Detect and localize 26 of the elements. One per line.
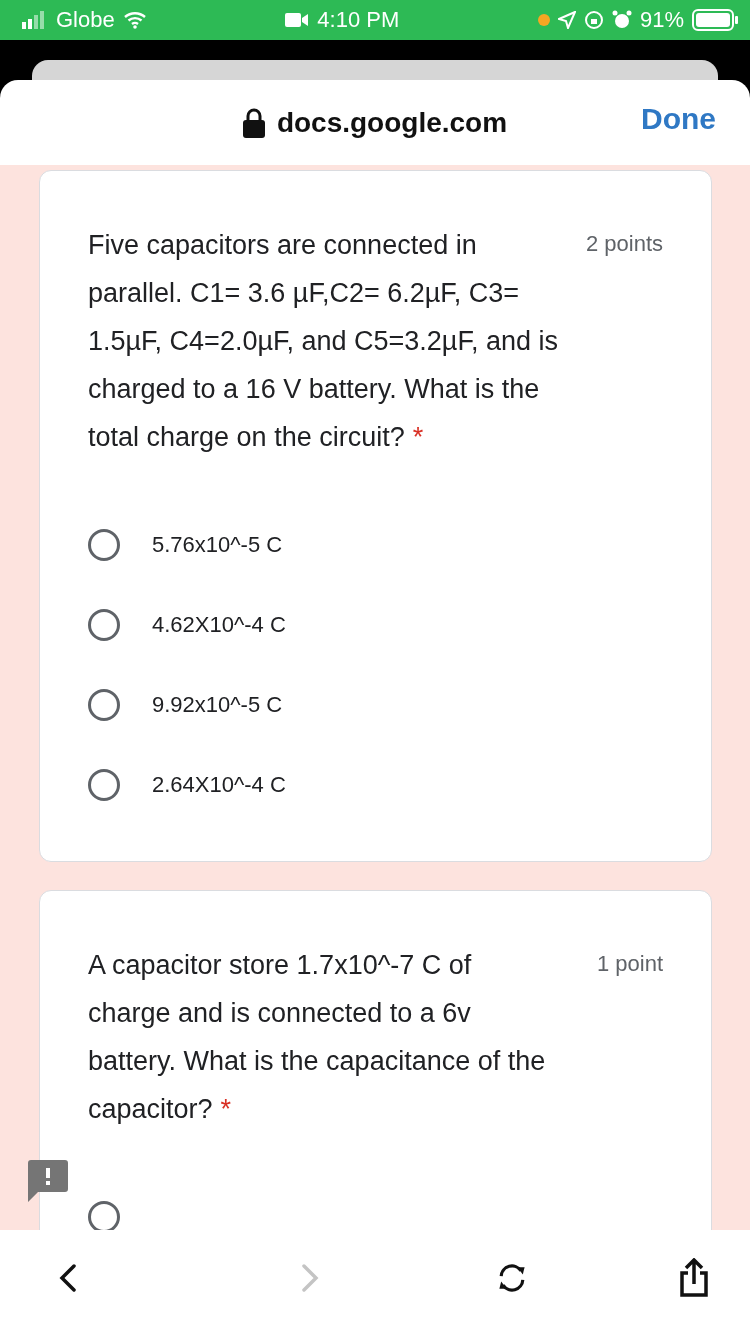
option-label: 9.92x10^-5 C	[152, 692, 283, 718]
radio-button[interactable]	[88, 769, 120, 801]
url-text: docs.google.com	[276, 106, 508, 139]
radio-button[interactable]	[88, 689, 120, 721]
radio-button[interactable]	[88, 609, 120, 641]
radio-button[interactable]	[88, 529, 120, 561]
points-label: 2 points	[585, 231, 663, 257]
battery-percentage: 91%	[639, 7, 684, 33]
option-label: 2.64X10^-4 C	[152, 772, 286, 798]
wifi-icon	[122, 11, 147, 29]
location-arrow-icon	[557, 11, 576, 29]
rotation-lock-icon	[583, 10, 604, 30]
option-label: 4.62X10^-4 C	[152, 612, 286, 638]
question-text: Five capacitors are connected in parallel. C1= 3.6 µF,C2= 6.2µF, C3= 1.5µF, C4=2.0µF, and C5=3.2µF, and is charged to a 16 V battery. What is the total charge on the circuit? *	[88, 229, 559, 454]
clock-time: 4:10 PM	[317, 7, 400, 33]
lock-icon	[242, 107, 265, 138]
battery-icon	[692, 9, 738, 31]
option-label: 5.76x10^-5 C	[152, 532, 283, 558]
status-dot-icon	[537, 14, 550, 26]
feedback-icon[interactable]	[28, 1160, 68, 1202]
carrier-name: Globe	[56, 7, 115, 33]
alarm-clock-icon	[611, 10, 632, 30]
video-camera-icon	[285, 12, 310, 28]
done-button[interactable]: Done	[641, 102, 716, 136]
question-text: A capacitor store 1.7x10^-7 C of charge and is connected to a 6v battery. What is the capacitance of the capacitor? *	[88, 949, 547, 1126]
points-label: 1 point	[596, 951, 663, 977]
